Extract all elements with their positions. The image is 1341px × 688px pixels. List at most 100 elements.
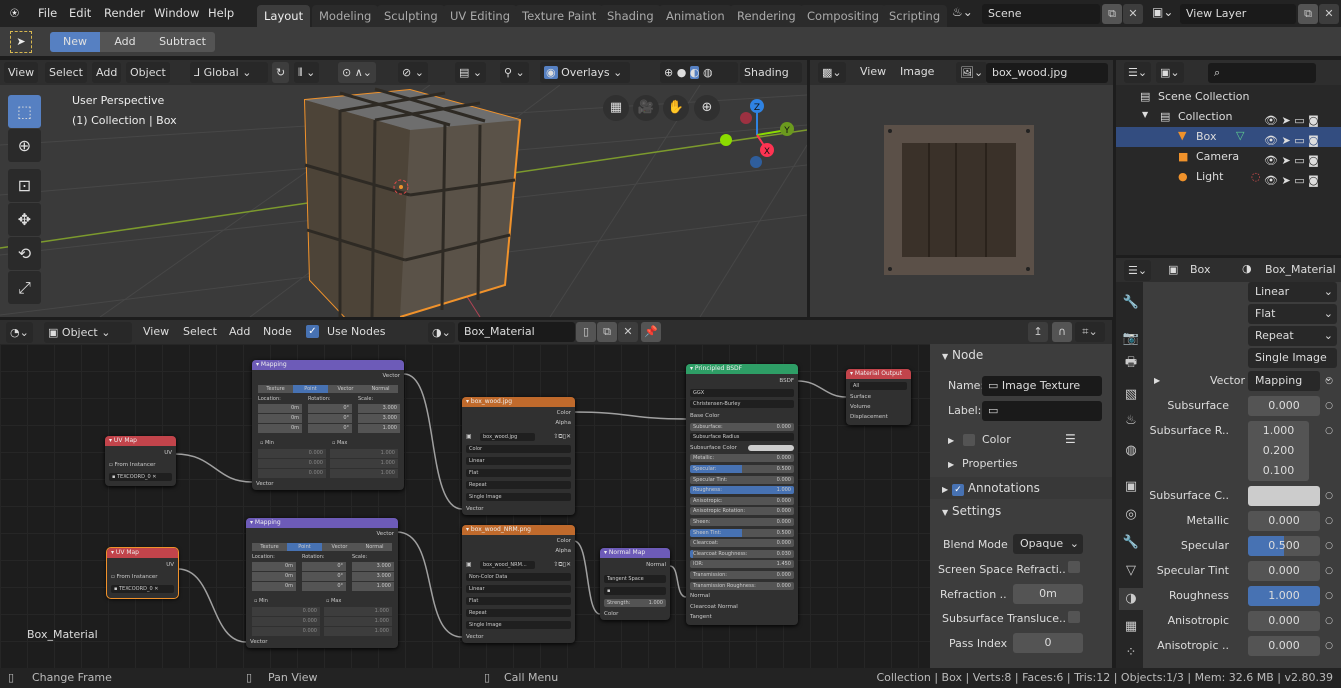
visibility-eye-icon[interactable]: 👁 bbox=[1264, 154, 1278, 167]
select-box-tool-icon[interactable]: ➤ bbox=[10, 31, 32, 53]
overlays-dropdown[interactable]: ◉ Overlays ⌄ bbox=[540, 62, 630, 83]
node-snap-icon[interactable]: ∩ bbox=[1052, 322, 1072, 342]
bsdf-input-row[interactable]: Subsurface Radius bbox=[690, 433, 794, 442]
image-menu-image[interactable]: Image bbox=[900, 65, 934, 78]
tab-compositing[interactable]: Compositing bbox=[800, 5, 887, 27]
mode-add-button[interactable]: Add bbox=[100, 32, 150, 52]
min-checkbox[interactable]: ▫ Min bbox=[254, 598, 268, 604]
gizmo-icon[interactable]: ⚲ ⌄ bbox=[500, 62, 529, 83]
anisotropic-slider[interactable]: 0.000 bbox=[1248, 611, 1320, 631]
expand-vector-icon[interactable]: ▶ bbox=[1154, 376, 1160, 385]
node-normal-map[interactable]: ▾ Normal Map Normal Tangent Space ▪ Stre… bbox=[600, 548, 670, 620]
viewport-monitor-icon[interactable]: ▭ bbox=[1294, 134, 1304, 147]
toggle-view-icon[interactable]: ▦ bbox=[603, 95, 629, 121]
snap-icon[interactable]: ⫴ ⌄ bbox=[294, 62, 320, 83]
modifier-tab-icon[interactable]: 🔧 bbox=[1119, 532, 1143, 554]
from-instancer-checkbox[interactable]: ▫ From Instancer bbox=[109, 461, 172, 469]
uv-map-field[interactable]: ▪ bbox=[604, 587, 666, 595]
ssr-checkbox[interactable] bbox=[1068, 561, 1080, 573]
image-browse-icon[interactable]: ▣ bbox=[466, 561, 472, 568]
projection-dropdown[interactable]: Flat ⌄ bbox=[1248, 304, 1337, 324]
target-dropdown[interactable]: All bbox=[850, 382, 907, 390]
object-visibility-icon[interactable]: ▤ ⌄ bbox=[455, 62, 487, 83]
node-label-field[interactable]: ▭ bbox=[982, 401, 1102, 421]
parent-node-tree-icon[interactable]: ↥ bbox=[1028, 322, 1048, 342]
transform-tool[interactable]: ⊡ bbox=[8, 169, 41, 202]
image-view[interactable] bbox=[810, 85, 1113, 317]
max-checkbox[interactable]: ▫ Max bbox=[332, 440, 347, 446]
scale-fields[interactable]: 3.000 3.000 1.000 bbox=[352, 562, 394, 591]
node-menu-add[interactable]: Add bbox=[229, 325, 250, 338]
socket-icon[interactable]: ○ bbox=[1320, 371, 1338, 391]
menu-file[interactable]: File bbox=[38, 6, 57, 20]
node-section-header[interactable]: ▼ Node bbox=[930, 344, 1112, 366]
expand-arrow-icon[interactable]: ▶ bbox=[948, 436, 954, 445]
rotate-tool[interactable]: ⟲ bbox=[8, 237, 41, 270]
extension-dropdown[interactable]: Repeat bbox=[466, 481, 571, 489]
node-material-output[interactable]: ▾ Material Output All Surface Volume Dis… bbox=[846, 369, 911, 425]
viewport-menu-object[interactable]: Object bbox=[126, 62, 170, 83]
socket-icon[interactable]: ○ bbox=[1320, 586, 1338, 606]
tab-rendering[interactable]: Rendering bbox=[730, 5, 803, 27]
menu-help[interactable]: Help bbox=[208, 6, 234, 20]
tool-tab-icon[interactable]: 🔧 bbox=[1119, 292, 1143, 314]
color-swatch[interactable] bbox=[748, 444, 794, 451]
source-dropdown[interactable]: Single Image bbox=[466, 621, 571, 629]
navigation-gizmo[interactable]: Z Y X bbox=[710, 90, 805, 180]
delete-scene-icon[interactable]: ✕ bbox=[1123, 4, 1143, 24]
use-nodes-checkbox[interactable]: ✓ bbox=[306, 325, 319, 338]
selectable-arrow-icon[interactable]: ➤ bbox=[1281, 174, 1290, 187]
subsurface-method-dropdown[interactable]: Christensen-Burley bbox=[690, 400, 794, 408]
render-camera-icon[interactable]: ◙ bbox=[1308, 154, 1319, 167]
tab-modeling[interactable]: Modeling bbox=[312, 5, 379, 27]
location-fields[interactable]: 0m 0m 0m bbox=[258, 404, 302, 433]
shading-modes[interactable]: ⊕ ● ◐ ◍ bbox=[660, 62, 738, 83]
pin-icon[interactable]: 📌 bbox=[641, 322, 661, 342]
interpolation-dropdown[interactable]: Linear ⌄ bbox=[1248, 282, 1337, 302]
image-name-field[interactable]: box_wood.jpg bbox=[986, 63, 1108, 83]
image-menu-view[interactable]: View bbox=[860, 65, 886, 78]
subsurface-radius-y[interactable]: 0.200 bbox=[1248, 441, 1309, 461]
scale-tool[interactable]: ⤢ bbox=[8, 271, 41, 304]
tab-animation[interactable]: Animation bbox=[659, 5, 732, 27]
rotation-fields[interactable]: 0° 0° 0° bbox=[302, 562, 346, 591]
location-fields[interactable]: 0m 0m 0m bbox=[252, 562, 296, 591]
output-tab-icon[interactable]: 🖶 bbox=[1119, 352, 1143, 374]
object-data-tab-icon[interactable]: ▽ bbox=[1119, 560, 1143, 582]
uv-map-field[interactable]: ▪ TEXCOORD_0 ✕ bbox=[109, 473, 172, 481]
tab-shading[interactable]: Shading bbox=[600, 5, 661, 27]
socket-icon[interactable]: ○ bbox=[1320, 611, 1338, 631]
visibility-eye-icon[interactable]: 👁 bbox=[1264, 134, 1278, 147]
image-actions-icons[interactable]: ⇧⧉▯✕ bbox=[553, 433, 571, 441]
3d-viewport[interactable]: ⬚ ⊕ ⊡ ✥ ⟲ ⤢ User Perspective (1) Collect… bbox=[0, 85, 807, 317]
node-principled-bsdf[interactable]: ▾ Principled BSDF BSDF GGX Christensen-B… bbox=[686, 364, 798, 625]
new-view-layer-icon[interactable]: ⧉ bbox=[1298, 4, 1318, 24]
node-header[interactable]: ▾ Principled BSDF bbox=[686, 364, 798, 374]
blender-logo-icon[interactable]: ⍟ bbox=[10, 4, 19, 22]
socket-icon[interactable]: ○ bbox=[1320, 421, 1338, 441]
source-dropdown[interactable]: Single Image bbox=[466, 493, 571, 501]
delete-view-layer-icon[interactable]: ✕ bbox=[1319, 4, 1339, 24]
bsdf-input-row[interactable]: Transmission: 0.000 bbox=[690, 571, 794, 579]
bsdf-input-row[interactable]: Subsurface Color bbox=[690, 444, 794, 452]
viewport-monitor-icon[interactable]: ▭ bbox=[1294, 154, 1304, 167]
node-menu-select[interactable]: Select bbox=[183, 325, 217, 338]
vector-input-link[interactable]: Mapping bbox=[1248, 371, 1320, 391]
editor-type-icon[interactable]: ▩⌄ bbox=[818, 62, 846, 83]
subsurface-field[interactable]: 0.000 bbox=[1248, 396, 1320, 416]
render-camera-icon[interactable]: ◙ bbox=[1308, 134, 1319, 147]
node-name-field[interactable]: ▭ Image Texture bbox=[982, 376, 1102, 396]
particles-tab-icon[interactable]: ⁘ bbox=[1119, 642, 1143, 664]
duplicate-material-icon[interactable]: ⧉ bbox=[597, 322, 617, 342]
menu-window[interactable]: Window bbox=[154, 6, 199, 20]
projection-dropdown[interactable]: Flat bbox=[466, 469, 571, 477]
from-instancer-checkbox[interactable]: ▫ From Instancer bbox=[111, 573, 174, 581]
scene-selector-icon[interactable]: ♨⌄ bbox=[952, 5, 973, 19]
extension-dropdown[interactable]: Repeat bbox=[466, 609, 571, 617]
max-fields[interactable]: 1.000 1.000 1.000 bbox=[330, 449, 398, 478]
bsdf-input-row[interactable]: Subsurface: 0.000 bbox=[690, 422, 794, 431]
socket-icon[interactable]: ○ bbox=[1320, 396, 1338, 416]
bsdf-input-row[interactable]: Clearcoat: 0.000 bbox=[690, 539, 794, 548]
bsdf-input-row[interactable]: Clearcoat Roughness: 0.030 bbox=[690, 549, 794, 558]
node-header[interactable]: ▾ UV Map bbox=[105, 436, 176, 446]
